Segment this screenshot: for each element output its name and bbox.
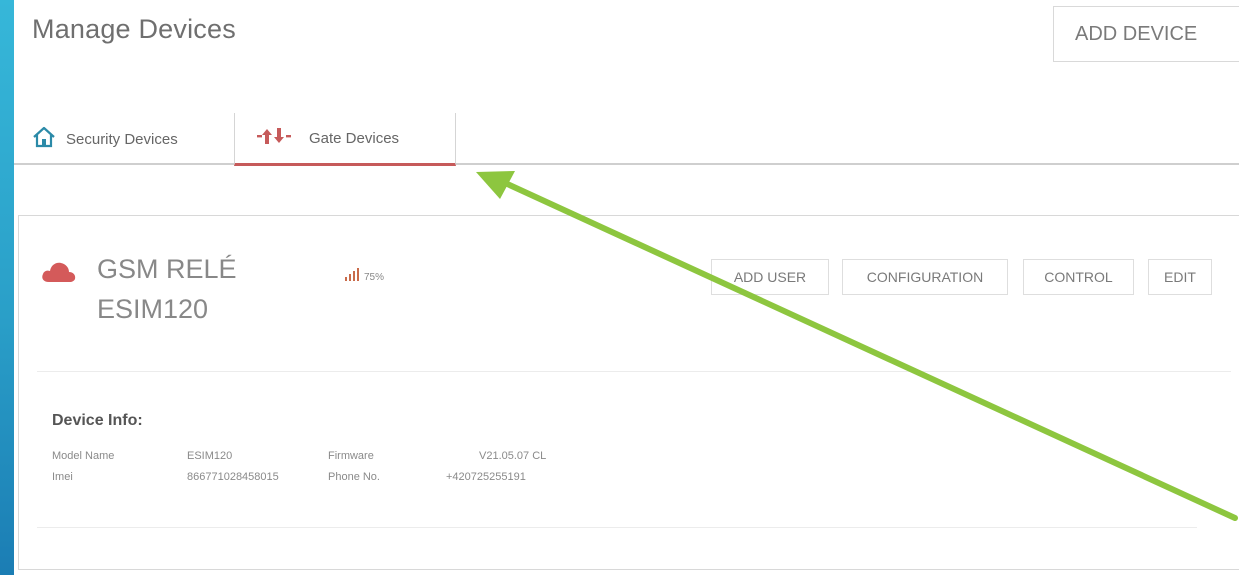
model-name-value: ESIM120 — [187, 450, 233, 462]
configuration-button[interactable]: CONFIGURATION — [842, 259, 1008, 295]
device-info-title: Device Info: — [52, 412, 143, 429]
cloud-icon — [41, 261, 77, 288]
device-tabs: Security Devices Gate Devices — [14, 113, 1239, 166]
add-user-button[interactable]: ADD USER — [711, 259, 829, 295]
phone-value: +420725255191 — [446, 471, 526, 483]
add-device-button[interactable]: ADD DEVICE — [1053, 6, 1239, 62]
page-title: Manage Devices — [32, 14, 236, 44]
tab-security-devices[interactable]: Security Devices — [32, 113, 235, 165]
control-button[interactable]: CONTROL — [1023, 259, 1134, 295]
tab-gate-devices[interactable]: Gate Devices — [234, 113, 456, 166]
device-name: GSM RELÉ ESIM120 — [97, 249, 237, 329]
imei-label: Imei — [52, 471, 73, 483]
model-name-label: Model Name — [52, 450, 115, 462]
signal-strength: 75% — [364, 272, 385, 283]
divider — [37, 527, 1197, 528]
tab-label: Gate Devices — [309, 129, 400, 147]
device-card: GSM RELÉ ESIM120 75% ADD USER CONFIGURAT… — [18, 215, 1239, 570]
tab-label: Security Devices — [66, 130, 178, 148]
device-name-line2: ESIM120 — [97, 294, 209, 324]
signal-icon — [345, 268, 359, 281]
divider — [37, 371, 1231, 372]
edit-button[interactable]: EDIT — [1148, 259, 1212, 295]
imei-value: 866771028458015 — [187, 471, 279, 483]
firmware-label: Firmware — [328, 450, 374, 462]
firmware-value: V21.05.07 CL — [479, 450, 547, 462]
up-down-arrows-icon — [257, 127, 293, 149]
phone-label: Phone No. — [328, 471, 380, 483]
house-icon — [32, 126, 56, 152]
app-window: Manage Devices ADD DEVICE Security Devic… — [14, 0, 1239, 575]
device-name-line1: GSM RELÉ — [97, 254, 237, 284]
